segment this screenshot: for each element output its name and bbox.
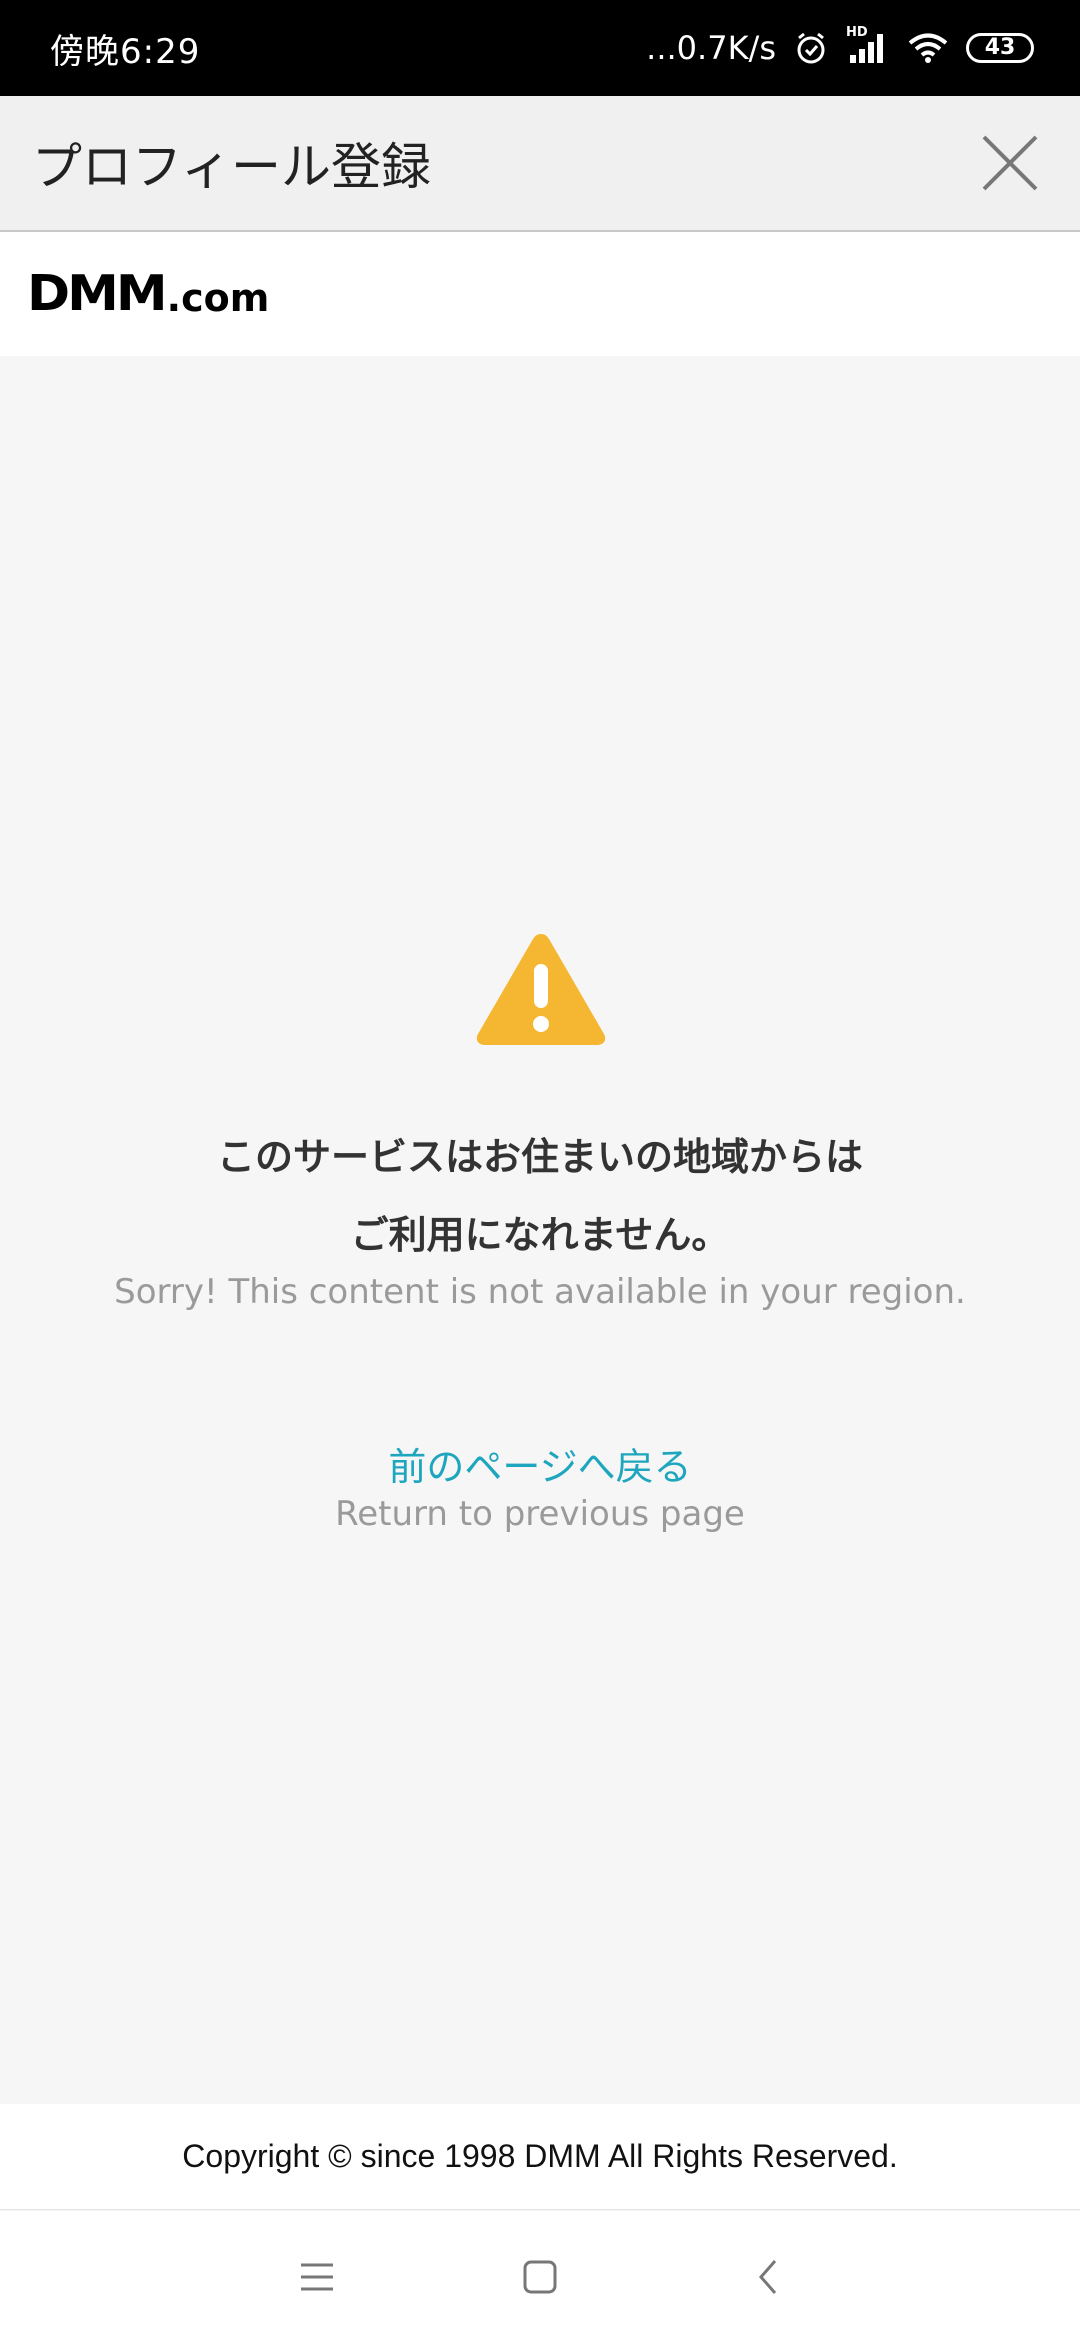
back-link-english: Return to previous page bbox=[335, 1494, 745, 1534]
hd-signal-icon: HD bbox=[846, 25, 890, 65]
home-square-icon bbox=[523, 2260, 557, 2294]
chevron-left-icon bbox=[759, 2260, 777, 2294]
navigation-bar bbox=[0, 2211, 1080, 2340]
menu-icon bbox=[301, 2263, 333, 2291]
main-content: このサービスはお住まいの地域からは ご利用になれません。 Sorry! This… bbox=[0, 356, 1080, 2104]
home-button[interactable] bbox=[510, 2247, 570, 2307]
error-message-line-2: ご利用になれません。 bbox=[350, 1213, 730, 1257]
close-button[interactable] bbox=[972, 125, 1048, 201]
title-bar: プロフィール登録 bbox=[0, 96, 1080, 232]
logo-main: DMM bbox=[27, 265, 168, 323]
error-message-english: Sorry! This content is not available in … bbox=[114, 1272, 966, 1312]
warning-icon bbox=[476, 934, 606, 1045]
battery-icon: 43 bbox=[966, 33, 1034, 63]
alarm-icon bbox=[797, 32, 825, 64]
wifi-icon bbox=[908, 33, 948, 63]
error-message-line-1: このサービスはお住まいの地域からは bbox=[216, 1135, 863, 1179]
copyright-text: Copyright © since 1998 DMM All Rights Re… bbox=[182, 2138, 898, 2174]
footer-copyright: Copyright © since 1998 DMM All Rights Re… bbox=[0, 2104, 1080, 2210]
logo-bar: DMM .com bbox=[0, 232, 1080, 356]
back-link[interactable]: 前のページへ戻る bbox=[0, 1436, 1080, 1491]
dmm-logo[interactable]: DMM .com bbox=[27, 264, 269, 324]
status-time: 傍晚6:29 bbox=[50, 31, 201, 72]
page-title: プロフィール登録 bbox=[32, 138, 431, 196]
back-button[interactable] bbox=[738, 2247, 798, 2307]
recent-apps-button[interactable] bbox=[287, 2247, 347, 2307]
status-bar: 傍晚6:29 ...0.7K/s HD 43 bbox=[0, 0, 1080, 96]
logo-suffix: .com bbox=[166, 276, 270, 320]
close-icon bbox=[982, 135, 1038, 191]
status-icons: ...0.7K/s HD 43 bbox=[646, 25, 1034, 67]
network-speed: ...0.7K/s bbox=[646, 29, 776, 67]
